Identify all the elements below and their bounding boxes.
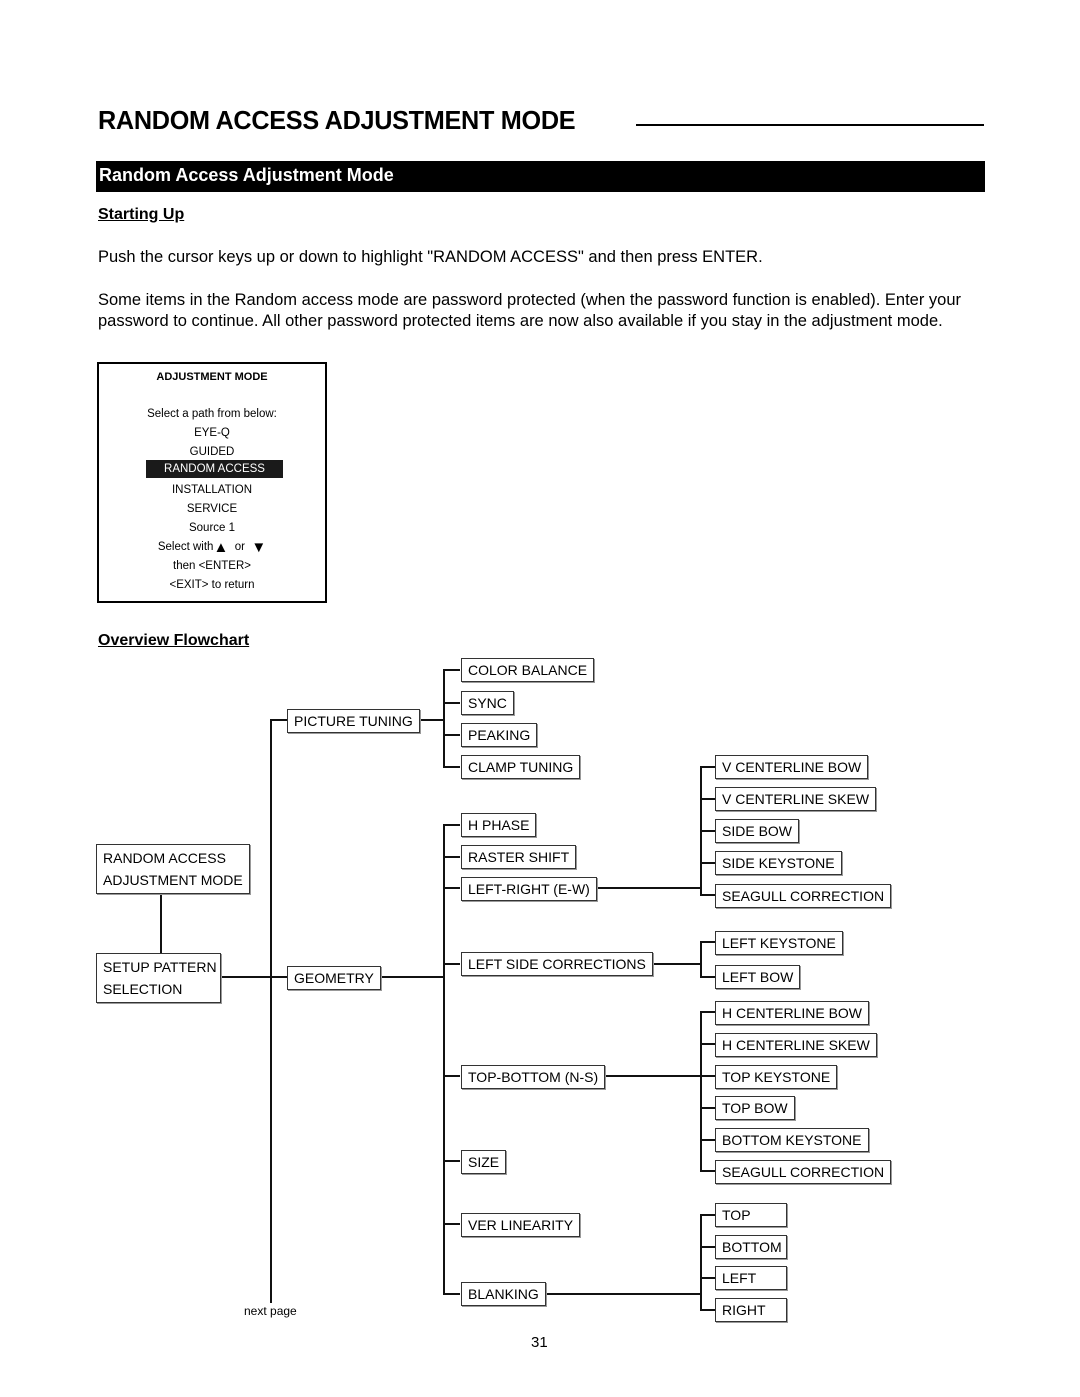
node-root-line-2: ADJUSTMENT MODE	[103, 872, 243, 888]
node-blanking[interactable]: BLANKING	[461, 1282, 546, 1306]
osd-source: Source 1	[188, 522, 236, 534]
node-h-phase[interactable]: H PHASE	[461, 813, 537, 837]
osd-title: ADJUSTMENT MODE	[156, 371, 268, 383]
osd-item-eye-q[interactable]: EYE-Q	[99, 426, 325, 440]
node-top-bottom[interactable]: TOP-BOTTOM (N-S)	[461, 1065, 606, 1089]
node-blanking-bottom[interactable]: BOTTOM	[715, 1235, 787, 1259]
node-v-centerline-bow[interactable]: V CENTERLINE BOW	[715, 755, 869, 779]
node-random-access-adjustment-mode[interactable]: RANDOM ACCESS ADJUSTMENT MODE	[96, 844, 250, 894]
osd-or: or	[234, 541, 245, 553]
node-setup-pattern-selection[interactable]: SETUP PATTERN SELECTION	[96, 953, 221, 1003]
node-seagull-correction-lr[interactable]: SEAGULL CORRECTION	[715, 884, 892, 908]
up-arrow-icon: ▲	[213, 539, 229, 556]
node-seagull-correction-tb[interactable]: SEAGULL CORRECTION	[715, 1160, 892, 1184]
node-picture-tuning[interactable]: PICTURE TUNING	[287, 709, 420, 733]
down-arrow-icon: ▼	[251, 539, 267, 556]
node-top-keystone[interactable]: TOP KEYSTONE	[715, 1065, 838, 1089]
node-h-centerline-bow[interactable]: H CENTERLINE BOW	[715, 1001, 870, 1025]
node-left-side-corrections[interactable]: LEFT SIDE CORRECTIONS	[461, 952, 653, 976]
osd-select-hint: Select with▲ or ▼	[99, 540, 325, 555]
node-peaking[interactable]: PEAKING	[461, 723, 538, 747]
node-setup-line-1: SETUP PATTERN	[103, 959, 217, 975]
node-ver-linearity[interactable]: VER LINEARITY	[461, 1213, 581, 1237]
node-clamp-tuning[interactable]: CLAMP TUNING	[461, 755, 581, 779]
node-left-keystone[interactable]: LEFT KEYSTONE	[715, 931, 843, 955]
node-v-centerline-skew[interactable]: V CENTERLINE SKEW	[715, 787, 877, 811]
osd-item-installation[interactable]: INSTALLATION	[99, 483, 325, 497]
node-root-line-1: RANDOM ACCESS	[103, 850, 226, 866]
osd-item-service[interactable]: SERVICE	[99, 502, 325, 516]
starting-up-heading: Starting Up	[98, 206, 185, 223]
node-setup-line-2: SELECTION	[103, 981, 183, 997]
node-sync[interactable]: SYNC	[461, 691, 514, 715]
node-left-bow[interactable]: LEFT BOW	[715, 965, 801, 989]
overview-flowchart-heading: Overview Flowchart	[98, 632, 250, 649]
node-blanking-right[interactable]: RIGHT	[715, 1298, 787, 1322]
starting-up-paragraph-1: Push the cursor keys up or down to highl…	[98, 248, 763, 266]
next-page-note: next page	[244, 1304, 297, 1318]
page-number: 31	[531, 1334, 548, 1351]
osd-item-guided[interactable]: GUIDED	[99, 445, 325, 459]
osd-item-random-access-selected[interactable]: RANDOM ACCESS	[146, 460, 283, 478]
node-geometry[interactable]: GEOMETRY	[287, 966, 381, 990]
osd-then-enter: then <ENTER>	[173, 560, 251, 572]
osd-select-with: Select with	[157, 541, 214, 553]
adjustment-mode-osd-menu: ADJUSTMENT MODE Select a path from below…	[97, 362, 327, 603]
node-blanking-left[interactable]: LEFT	[715, 1266, 787, 1290]
node-bottom-keystone[interactable]: BOTTOM KEYSTONE	[715, 1128, 869, 1152]
node-raster-shift[interactable]: RASTER SHIFT	[461, 845, 577, 869]
node-size[interactable]: SIZE	[461, 1150, 507, 1174]
node-top-bow[interactable]: TOP BOW	[715, 1096, 795, 1120]
node-side-keystone[interactable]: SIDE KEYSTONE	[715, 851, 842, 875]
node-blanking-top[interactable]: TOP	[715, 1203, 787, 1227]
osd-prompt: Select a path from below:	[147, 408, 277, 420]
starting-up-paragraph-2: Some items in the Random access mode are…	[98, 291, 962, 330]
section-header-bar: Random Access Adjustment Mode	[96, 161, 985, 192]
node-h-centerline-skew[interactable]: H CENTERLINE SKEW	[715, 1033, 877, 1057]
node-color-balance[interactable]: COLOR BALANCE	[461, 658, 595, 682]
osd-exit: <EXIT> to return	[169, 579, 255, 591]
node-side-bow[interactable]: SIDE BOW	[715, 819, 800, 843]
node-left-right[interactable]: LEFT-RIGHT (E-W)	[461, 877, 597, 901]
section-header-text: Random Access Adjustment Mode	[99, 165, 394, 185]
page-title: RANDOM ACCESS ADJUSTMENT MODE	[98, 105, 576, 135]
title-rule	[636, 124, 984, 126]
